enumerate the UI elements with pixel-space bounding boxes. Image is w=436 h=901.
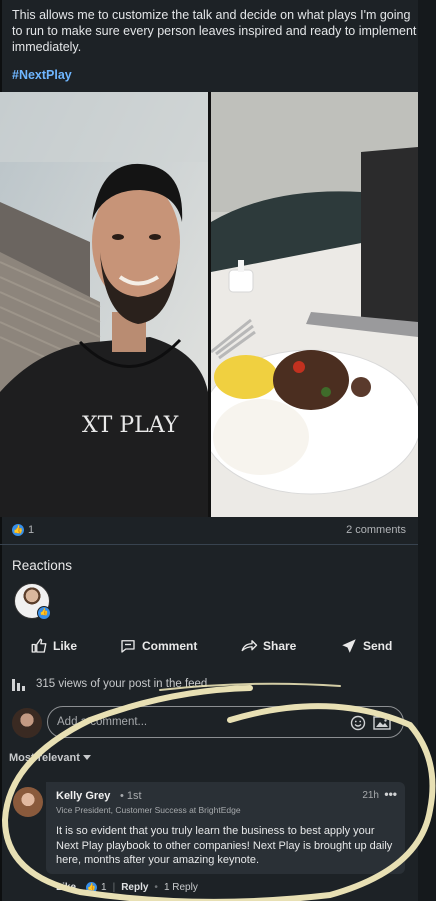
post-analytics-link[interactable]: 315 views of your post in the feed: [12, 675, 207, 693]
more-icon[interactable]: •••: [384, 787, 397, 801]
comment-actions: Like 👍 1 | Reply • 1 Reply: [56, 880, 198, 894]
analytics-icon: [12, 679, 25, 691]
reactions-heading: Reactions: [12, 558, 73, 573]
social-counts-bar: 👍 1 2 comments: [12, 523, 406, 539]
shirt-print: XT PLAY: [82, 413, 179, 438]
chevron-down-icon: [82, 755, 91, 760]
comments-count-link[interactable]: 2 comments: [346, 524, 406, 536]
reaction-count[interactable]: 1: [28, 524, 34, 536]
post-body-text: This allows me to customize the talk and…: [12, 8, 417, 54]
like-badge-icon: 👍: [37, 606, 51, 620]
separator: •: [154, 881, 158, 893]
emoji-icon[interactable]: [350, 715, 366, 731]
comment-body: It is so evident that you truly learn th…: [56, 825, 393, 866]
comment-reply-count[interactable]: 1 Reply: [164, 882, 198, 893]
send-label: Send: [363, 639, 393, 653]
like-label: Like: [53, 639, 78, 653]
comment-placeholder: Add a comment...: [57, 716, 148, 728]
send-button[interactable]: Send: [340, 633, 392, 659]
sort-label: Most relevant: [9, 752, 80, 764]
divider: [0, 544, 418, 545]
share-button[interactable]: Share: [240, 633, 296, 659]
connection-degree: • 1st: [120, 790, 142, 802]
comment-like-button[interactable]: Like: [56, 882, 76, 893]
post-media[interactable]: XT PLAY: [0, 92, 418, 517]
comment-icon: [121, 640, 135, 653]
action-bar: Like Comment Share Send: [0, 633, 418, 659]
hashtag-link[interactable]: #NextPlay: [12, 68, 72, 82]
selfie-photo[interactable]: XT PLAY: [0, 92, 208, 517]
share-label: Share: [263, 639, 297, 653]
like-button[interactable]: Like: [30, 633, 77, 659]
comment-sort-dropdown[interactable]: Most relevant: [9, 752, 91, 764]
comment-reply-button[interactable]: Reply: [121, 882, 148, 893]
image-icon[interactable]: [373, 715, 391, 731]
views-text: 315 views of your post in the feed: [36, 678, 208, 690]
commenter-avatar[interactable]: [13, 787, 43, 817]
send-icon: [342, 639, 356, 653]
comment-label: Comment: [142, 639, 198, 653]
scrollbar-track[interactable]: [418, 0, 436, 901]
comment-card: Kelly Grey • 1st 21h ••• Vice President,…: [46, 782, 405, 874]
current-user-avatar[interactable]: [12, 708, 42, 738]
comment-like-reaction-icon: 👍: [86, 881, 98, 893]
share-icon: [241, 640, 258, 652]
breakfast-photo[interactable]: [211, 92, 418, 517]
separator: |: [112, 881, 116, 893]
like-reaction-icon: 👍: [12, 524, 24, 536]
comment-button[interactable]: Comment: [119, 633, 197, 659]
like-icon: [31, 638, 47, 653]
comment-author-headline: Vice President, Customer Success at Brig…: [56, 805, 241, 815]
comment-like-count[interactable]: 1: [101, 882, 107, 893]
comment-timestamp: 21h: [362, 790, 379, 801]
comment-author-name[interactable]: Kelly Grey: [56, 790, 110, 802]
add-comment-input[interactable]: Add a comment...: [47, 706, 404, 738]
